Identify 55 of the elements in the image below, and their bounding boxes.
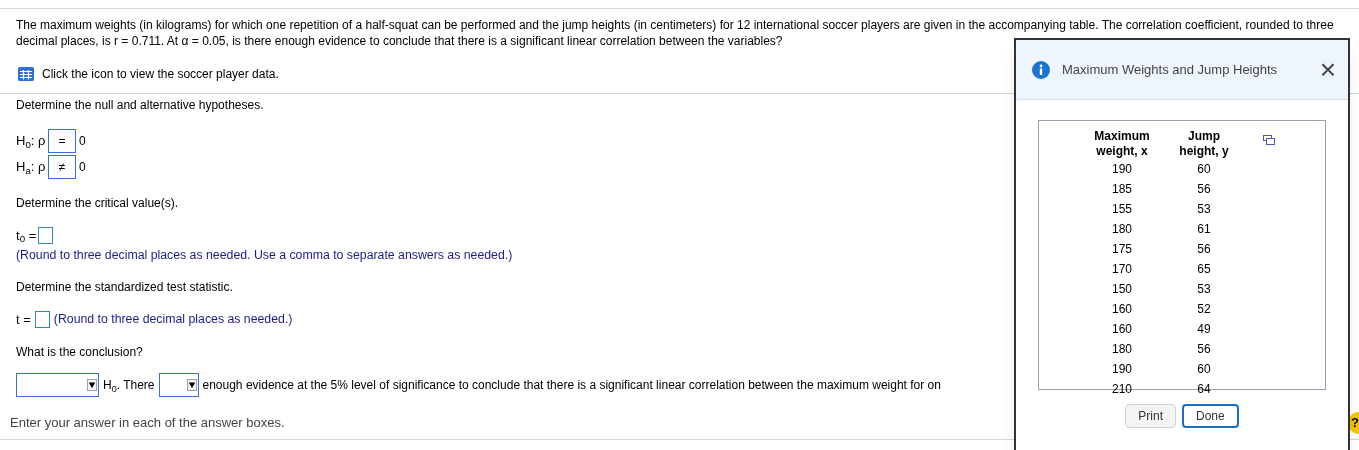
prompt-text: Determine the critical value(s). (16, 195, 179, 212)
column-header: Maximum weight, x (1093, 129, 1151, 159)
table-cell-text: 180 (1111, 341, 1133, 358)
question-text: The maximum weights (in kilograms) for which one repetition of a half-squat can be performed and the jump heights (in centimeters) for 12 international soccer players are given in the accompanying table. The correlation coefficient, rounded to three decimal places, is r = 0.711. At α = 0.05, is there enough evidence to conclude that there is a significant linear correlation between the variables? (16, 17, 1335, 49)
table-cell-text: 170 (1111, 261, 1133, 278)
table-cell-text: 49 (1196, 321, 1212, 338)
hint-text: (Round to three decimal places as needed.) (53, 311, 293, 329)
table-cell-text: 185 (1111, 181, 1133, 198)
prompt-text: Determine the standardized test statistic. (16, 278, 233, 296)
table-cell-text: 53 (1196, 281, 1212, 298)
hypothesis-label: H$_{a}$: ρ (16, 158, 47, 177)
table-cell-text: 190 (1111, 161, 1133, 178)
dialog-button[interactable]: Print (1125, 404, 1176, 428)
table-cell-text: 160 (1111, 321, 1133, 338)
table-cell-text: 175 (1111, 241, 1133, 258)
table-cell-text: 52 (1196, 301, 1212, 318)
table-cell-text: 64 (1196, 381, 1212, 398)
dialog-title: Maximum Weights and Jump Heights (1062, 60, 1278, 79)
table-cell-text: 180 (1111, 221, 1133, 238)
answer-box[interactable] (34, 311, 50, 329)
hint-text: (Round to three decimal places as needed. Use a comma to separate answers as needed.) (16, 246, 513, 264)
conclusion-dropdown[interactable] (158, 373, 199, 398)
table-cell-text: 56 (1196, 241, 1212, 258)
answer-box[interactable] (38, 227, 54, 245)
hypothesis-label: H$_{0}$: ρ (16, 132, 47, 151)
table-cell-text: 160 (1111, 301, 1133, 318)
dialog-button[interactable]: Done (1182, 404, 1239, 428)
table-cell-text: 65 (1196, 261, 1212, 278)
popout-icon[interactable] (1263, 135, 1275, 145)
table-cell-text: 61 (1196, 221, 1212, 238)
test-statistic-label: t = (16, 310, 31, 329)
table-cell-text: 53 (1196, 201, 1212, 218)
table-icon[interactable] (18, 67, 34, 81)
table-cell-text: 210 (1111, 381, 1133, 398)
table-cell-text: 56 (1196, 341, 1212, 358)
table-cell-text: 60 (1196, 161, 1212, 178)
critical-value-label: t$_{0}$ = (16, 227, 37, 246)
close-button[interactable]: × (1319, 55, 1336, 84)
prompt-text: Determine the null and alternative hypotheses. (16, 97, 264, 114)
hypothesis-value: 0 (79, 133, 86, 150)
table-cell-text: 60 (1196, 361, 1212, 378)
hypothesis-value: 0 (79, 159, 86, 176)
data-link-text[interactable]: Click the icon to view the soccer player data. (42, 65, 279, 83)
info-icon (1032, 60, 1050, 79)
table-cell-text: 150 (1111, 281, 1133, 298)
operator-dropdown[interactable]: = (48, 129, 76, 153)
conclusion-text: enough evidence at the 5% level of significance to conclude that there is a significant linear correlation between the maximum weight for on (202, 377, 941, 395)
column-header: Jump height, y (1178, 129, 1230, 159)
conclusion-dropdown[interactable] (16, 373, 99, 398)
table-cell-text: 155 (1111, 201, 1133, 218)
prompt-text: What is the conclusion? (16, 344, 143, 362)
operator-dropdown[interactable]: ≠ (48, 155, 76, 179)
table-cell-text: 56 (1196, 181, 1212, 198)
table-cell-text: 190 (1111, 361, 1133, 378)
conclusion-text: H$_{0}$. There (103, 377, 155, 395)
